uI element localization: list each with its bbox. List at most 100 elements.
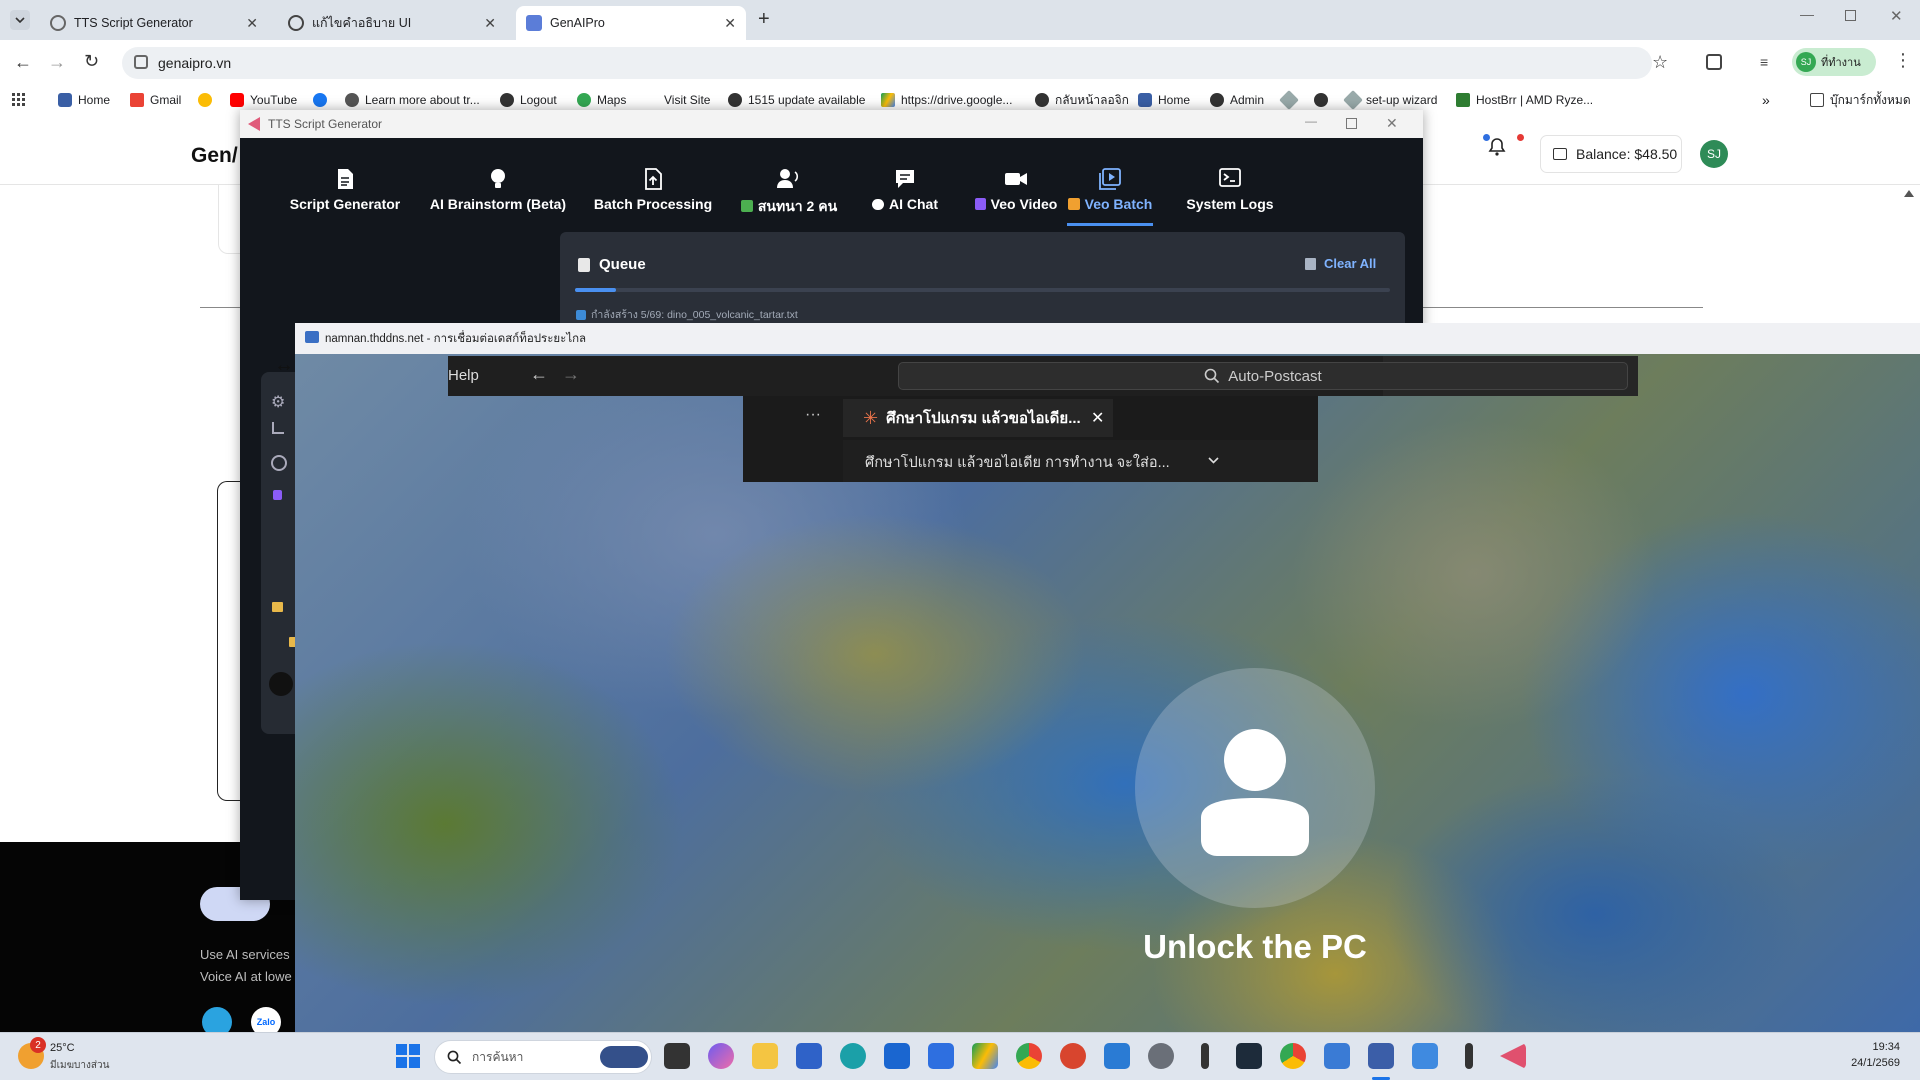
scroll-up-arrow[interactable] [1904, 190, 1914, 197]
pen-icon[interactable] [1201, 1043, 1209, 1069]
taskbar-search-placeholder: การค้นหา [472, 1049, 524, 1064]
clock-date[interactable]: 24/1/2569 [1820, 1057, 1900, 1069]
task-view-icon[interactable] [664, 1043, 690, 1069]
chevron-down-icon[interactable] [1208, 457, 1219, 464]
profile-label: ที่ทำงาน [1821, 57, 1861, 69]
tab-ai-brainstorm[interactable]: AI Brainstorm (Beta) [408, 168, 588, 212]
bookmark-gmail[interactable]: Gmail [130, 86, 181, 114]
unlock-text[interactable]: Unlock the PC [1000, 928, 1510, 966]
terminal-app-icon[interactable] [1236, 1043, 1262, 1069]
youtube-icon [230, 93, 244, 107]
app-icon[interactable] [928, 1043, 954, 1069]
close-icon[interactable]: ✕ [484, 15, 496, 32]
tts-app-icon[interactable] [1500, 1043, 1526, 1069]
tab-veo-batch[interactable]: Veo Batch [1067, 168, 1153, 226]
bookmark-home[interactable]: Home [58, 86, 110, 114]
search-icon [447, 1050, 462, 1064]
reload-button[interactable]: ↻ [84, 51, 99, 72]
search-input[interactable]: Auto-Postcast [898, 362, 1628, 390]
new-tab-button[interactable]: + [758, 8, 770, 31]
user-avatar[interactable]: SJ [1700, 140, 1728, 168]
media-icon[interactable]: ≡ [1760, 54, 1768, 70]
chat-tab[interactable]: ✳ ศึกษาโปแกรม แล้วขอไอเดีย... ✕ [843, 399, 1113, 437]
address-bar[interactable]: genaipro.vn [122, 47, 1652, 79]
windows-start-icon[interactable] [396, 1044, 420, 1068]
tts-window-title: TTS Script Generator [268, 117, 383, 131]
page-card-edge [218, 184, 242, 254]
minimize-button[interactable]: — [1305, 114, 1317, 128]
settings-icon[interactable] [1148, 1043, 1174, 1069]
profile-chip[interactable]: SJ ที่ทำงาน [1792, 48, 1876, 76]
tab-batch-processing[interactable]: Batch Processing [573, 168, 733, 212]
tab-veo-video[interactable]: Veo Video [946, 168, 1086, 212]
forward-arrow-icon[interactable]: → [562, 364, 580, 385]
taskbar-search-input[interactable]: การค้นหา [434, 1040, 652, 1074]
more-bookmarks-button[interactable]: » [1762, 86, 1770, 114]
notepad-icon[interactable] [1324, 1043, 1350, 1069]
close-icon[interactable]: ✕ [1091, 408, 1104, 428]
back-arrow-icon[interactable]: ← [530, 364, 548, 385]
lightbulb-icon [491, 169, 505, 188]
restore-button[interactable] [1845, 10, 1856, 21]
bookmark-pinwheel[interactable] [198, 86, 218, 114]
tab-script-generator[interactable]: Script Generator [275, 168, 415, 212]
outlook-icon[interactable] [884, 1043, 910, 1069]
all-bookmarks-folder[interactable]: บุ๊กมาร์กทั้งหมด [1810, 86, 1911, 114]
mountain-app-icon[interactable] [1412, 1043, 1438, 1069]
bookmark-label: Home [78, 93, 111, 107]
close-window-button[interactable]: ✕ [1386, 115, 1398, 132]
browser-tab-ui-desc[interactable]: แก้ไขคำอธิบาย UI ✕ [278, 6, 506, 40]
maximize-button[interactable] [1346, 118, 1357, 129]
globe-icon [1210, 93, 1224, 107]
balance-chip[interactable]: Balance: $48.50 [1540, 135, 1682, 173]
extensions-icon[interactable] [1706, 54, 1722, 70]
drive-icon[interactable] [972, 1043, 998, 1069]
clear-all-button[interactable]: Clear All [1305, 256, 1376, 271]
forward-button[interactable]: → [48, 52, 66, 73]
tab-search-button[interactable] [10, 10, 30, 30]
round-button[interactable] [269, 672, 293, 696]
queue-progress-fill [575, 288, 616, 292]
close-icon[interactable]: ✕ [246, 15, 258, 32]
globe-icon [1314, 93, 1328, 107]
browser-tab-genaipro[interactable]: GenAIPro ✕ [516, 6, 746, 40]
folder-icon[interactable] [272, 602, 283, 612]
remote-app-icon[interactable] [1104, 1043, 1130, 1069]
feather-icon[interactable] [1465, 1043, 1473, 1069]
bookmark-star-icon[interactable]: ☆ [1652, 52, 1668, 73]
apps-icon[interactable] [12, 86, 26, 114]
balance-text: Balance: $48.50 [1576, 146, 1678, 162]
clock-time[interactable]: 19:34 [1838, 1041, 1900, 1053]
close-icon[interactable]: ✕ [724, 15, 736, 32]
menu-kebab-icon[interactable]: ⋮ [1894, 50, 1912, 71]
queue-header: Queue [578, 256, 646, 273]
search-highlight-image [600, 1046, 648, 1068]
minimize-button[interactable]: — [1800, 6, 1814, 22]
close-window-button[interactable]: ✕ [1890, 7, 1903, 25]
circle-icon[interactable] [271, 455, 287, 471]
back-button[interactable]: ← [14, 52, 32, 73]
bookmark-label: Gmail [150, 93, 182, 107]
gear-icon[interactable]: ⚙ [271, 392, 285, 412]
chrome-icon[interactable] [1016, 1043, 1042, 1069]
site-info-icon[interactable] [134, 55, 148, 69]
wallet-icon [1553, 148, 1567, 160]
search-text: Auto-Postcast [1228, 367, 1322, 385]
powerpoint-icon[interactable] [1060, 1043, 1086, 1069]
rdp-icon[interactable] [1368, 1043, 1394, 1069]
ruler-icon[interactable] [272, 422, 284, 434]
edge-icon[interactable] [840, 1043, 866, 1069]
bookmark-hostbrr[interactable]: HostBrr | AMD Ryze... [1456, 86, 1593, 114]
browser-tab-tts[interactable]: TTS Script Generator ✕ [40, 6, 268, 40]
chrome-profile-icon[interactable] [1280, 1043, 1306, 1069]
store-icon[interactable] [796, 1043, 822, 1069]
more-options-button[interactable]: ··· [805, 406, 821, 424]
file-explorer-icon[interactable] [752, 1043, 778, 1069]
copilot-icon[interactable] [708, 1043, 734, 1069]
queue-title: Queue [599, 256, 646, 273]
terminal-icon [1219, 168, 1241, 187]
tab-system-logs[interactable]: System Logs [1175, 168, 1285, 212]
chat-subtitle: ศึกษาโปแกรม แล้วขอไอเดีย การทำงาน จะใส่อ… [865, 455, 1170, 471]
search-icon [1204, 368, 1220, 384]
help-menu[interactable]: Help [448, 367, 738, 384]
